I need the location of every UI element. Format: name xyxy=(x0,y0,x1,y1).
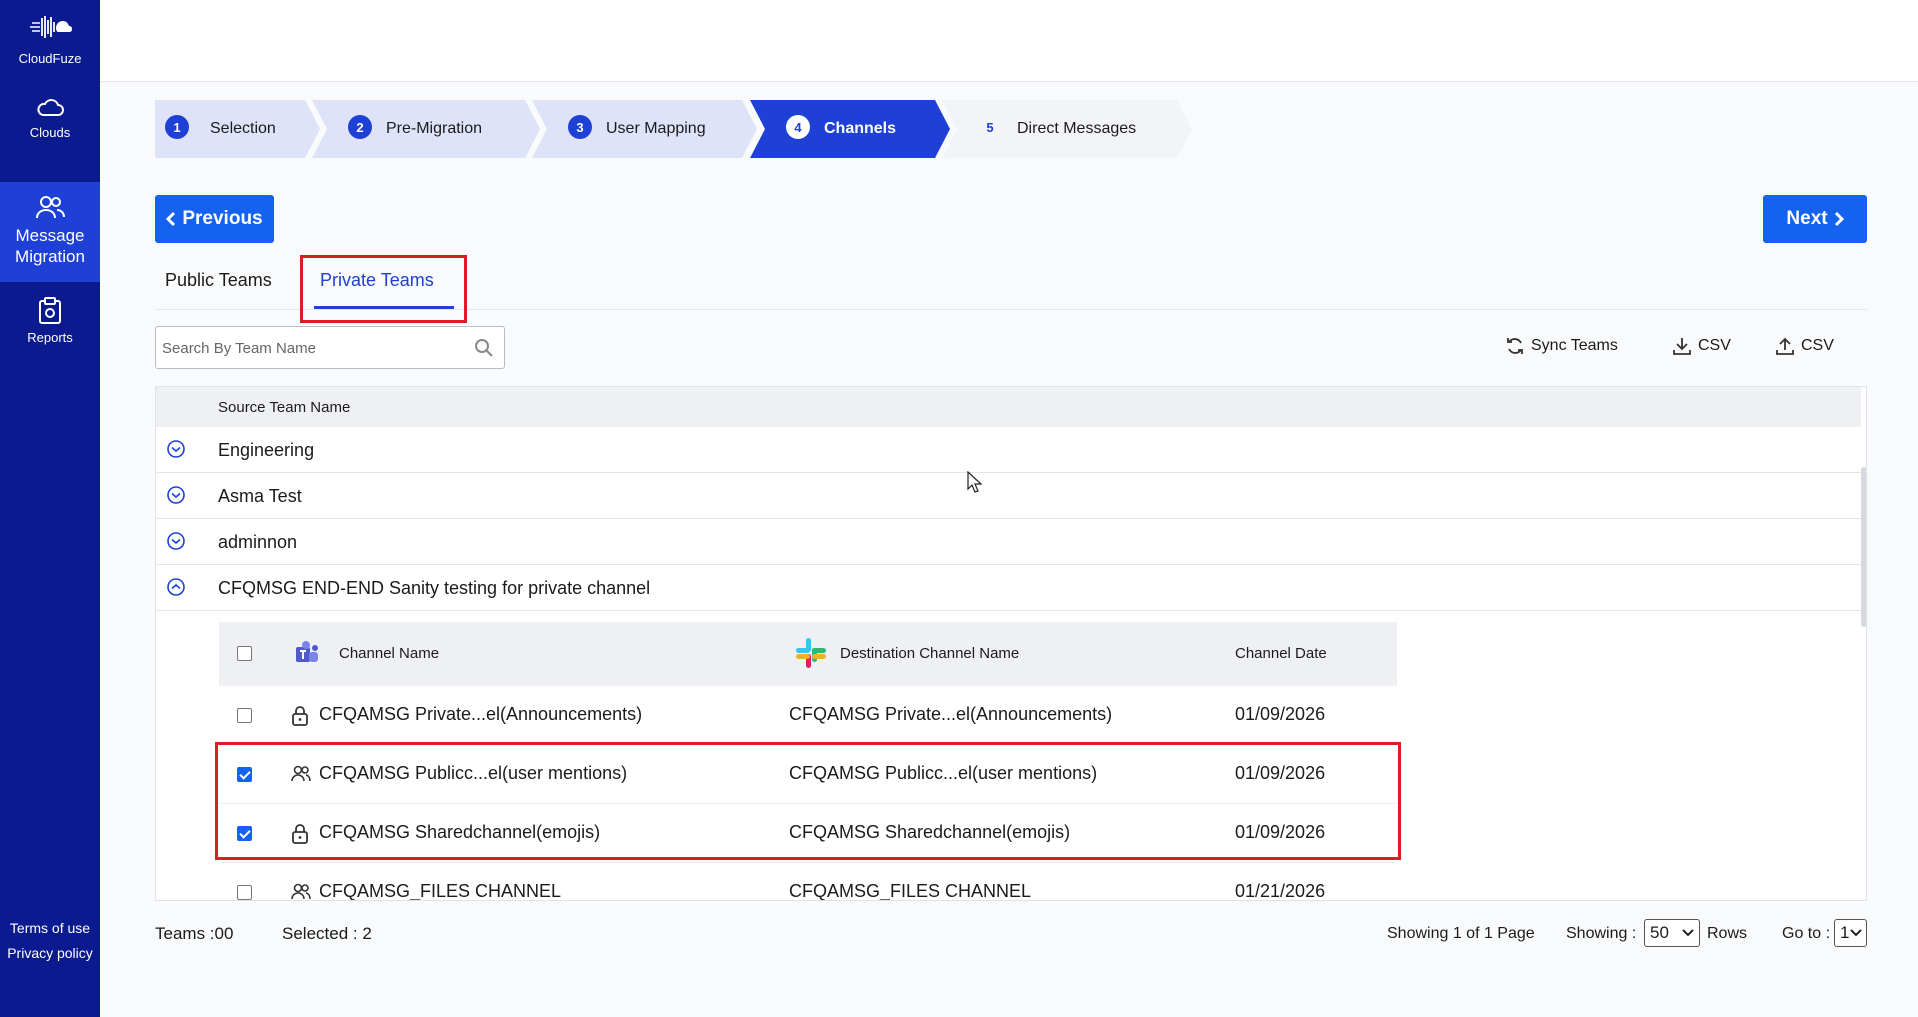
sidebar-item-clouds[interactable]: Clouds xyxy=(0,96,100,140)
channel-name: CFQAMSG Private...el(Announcements) xyxy=(319,704,643,724)
sync-teams-label: Sync Teams xyxy=(1531,337,1618,354)
chevron-left-icon xyxy=(166,211,176,227)
column-header-channel-date: Channel Date xyxy=(1235,645,1327,662)
chevron-up-circle-icon[interactable] xyxy=(166,577,186,597)
search-icon[interactable] xyxy=(474,338,494,358)
chevron-right-icon xyxy=(1834,211,1844,227)
csv-upload-button[interactable]: CSV xyxy=(1775,336,1834,356)
privacy-policy-link[interactable]: Privacy policy xyxy=(0,945,100,961)
column-header-destination-channel: Destination Channel Name xyxy=(840,645,1020,662)
step-label: User Mapping xyxy=(606,120,706,137)
column-header-source-team: Source Team Name xyxy=(218,399,351,416)
rows-per-page-select[interactable]: 50 xyxy=(1644,919,1700,947)
slack-logo-icon xyxy=(796,638,826,668)
channel-name: CFQAMSG_FILES CHANNEL xyxy=(319,881,562,901)
clipboard-icon xyxy=(39,297,61,324)
sidebar-item-label: Clouds xyxy=(29,125,71,140)
next-label: Next xyxy=(1786,208,1828,229)
sidebar-item-label: Message Migration xyxy=(15,226,85,266)
users-icon xyxy=(36,196,65,219)
cloud-icon xyxy=(37,99,64,116)
mouse-cursor-icon xyxy=(967,471,983,493)
sidebar-item-label: Reports xyxy=(27,330,73,345)
chevron-down-icon xyxy=(1850,929,1862,937)
step-pre-migration[interactable]: 2 Pre-Migration xyxy=(312,100,540,158)
search-input[interactable] xyxy=(162,335,462,361)
sidebar-item-reports[interactable]: Reports xyxy=(0,297,100,345)
step-number: 3 xyxy=(568,115,592,139)
step-label: Direct Messages xyxy=(1017,120,1137,137)
select-all-checkbox[interactable] xyxy=(237,646,252,661)
table-scrollbar[interactable] xyxy=(1861,467,1866,627)
upload-icon xyxy=(1776,337,1794,355)
step-label: Pre-Migration xyxy=(386,120,483,137)
step-label: Selection xyxy=(210,120,276,137)
step-number: 5 xyxy=(986,119,994,135)
step-user-mapping[interactable]: 3 User Mapping xyxy=(532,100,757,158)
channel-date: 01/09/2026 xyxy=(1235,704,1326,724)
selected-count: Selected : 2 xyxy=(282,924,372,943)
step-label: Channels xyxy=(824,120,897,137)
sync-teams-button[interactable]: Sync Teams xyxy=(1505,336,1618,356)
channel-row[interactable]: CFQAMSG_FILES CHANNEL CFQAMSG_FILES CHAN… xyxy=(219,863,1397,901)
team-row-cfqmsg-sanity[interactable]: CFQMSG END-END Sanity testing for privat… xyxy=(156,565,1861,611)
terms-of-use-link[interactable]: Terms of use xyxy=(0,920,100,936)
sidebar-item-message-migration[interactable]: Message Migration xyxy=(0,182,100,282)
tab-public-teams[interactable]: Public Teams xyxy=(165,270,272,291)
goto-page-value: 1 xyxy=(1840,923,1850,942)
step-direct-messages[interactable]: 5 Direct Messages xyxy=(942,100,1192,158)
step-number: 1 xyxy=(165,115,189,139)
channel-date: 01/21/2026 xyxy=(1235,881,1326,901)
channel-row[interactable]: CFQAMSG Private...el(Announcements) CFQA… xyxy=(219,686,1397,745)
table-header: Source Team Name xyxy=(156,387,1861,427)
team-row-engineering[interactable]: Engineering xyxy=(156,427,1861,473)
next-button[interactable]: Next xyxy=(1763,195,1867,243)
chevron-down-circle-icon[interactable] xyxy=(166,439,186,459)
column-header-channel-name: Channel Name xyxy=(339,645,440,662)
team-name: CFQMSG END-END Sanity testing for privat… xyxy=(218,578,651,598)
brand-name: CloudFuze xyxy=(18,51,82,66)
rows-label: Rows xyxy=(1707,925,1748,942)
step-channels[interactable]: 4 Channels xyxy=(750,100,950,158)
step-number: 4 xyxy=(786,115,810,139)
csv-download-button[interactable]: CSV xyxy=(1672,336,1731,356)
destination-channel-name: CFQAMSG Private...el(Announcements) xyxy=(789,704,1113,724)
previous-label: Previous xyxy=(182,208,263,229)
highlight-box-tab xyxy=(300,255,467,323)
chevron-down-circle-icon[interactable] xyxy=(166,485,186,505)
goto-label: Go to : xyxy=(1782,925,1831,942)
teams-logo-icon xyxy=(296,641,318,662)
highlight-box-selected-rows xyxy=(215,742,1401,860)
users-icon xyxy=(291,883,311,900)
download-icon xyxy=(1673,338,1691,355)
sidebar: CloudFuze Clouds Message Migration Repor… xyxy=(0,0,100,1017)
channel-checkbox[interactable] xyxy=(237,885,252,900)
csv-upload-label: CSV xyxy=(1801,337,1834,354)
team-name: adminnon xyxy=(218,532,298,552)
page-info: Showing 1 of 1 Page xyxy=(1387,925,1535,942)
brand-logo[interactable]: CloudFuze xyxy=(0,14,100,66)
chevron-down-icon xyxy=(1682,929,1694,937)
goto-page-select[interactable]: 1 xyxy=(1834,919,1867,947)
team-row-asma-test[interactable]: Asma Test xyxy=(156,473,1861,519)
channel-checkbox[interactable] xyxy=(237,708,252,723)
team-name: Asma Test xyxy=(218,486,302,506)
destination-channel-name: CFQAMSG_FILES CHANNEL xyxy=(789,881,1032,901)
team-name: Engineering xyxy=(218,440,315,460)
top-bar xyxy=(100,0,1918,82)
step-selection[interactable]: 1 Selection xyxy=(155,100,320,158)
sync-icon xyxy=(1507,338,1523,354)
csv-download-label: CSV xyxy=(1698,337,1731,354)
step-number: 2 xyxy=(348,115,372,139)
chevron-down-circle-icon[interactable] xyxy=(166,531,186,551)
rows-per-page-value: 50 xyxy=(1650,923,1669,942)
showing-label: Showing : xyxy=(1566,925,1637,942)
team-row-adminnon[interactable]: adminnon xyxy=(156,519,1861,565)
lock-icon xyxy=(292,706,308,726)
cloudfuze-logo-icon xyxy=(30,16,72,38)
previous-button[interactable]: Previous xyxy=(155,195,274,243)
teams-count: Teams :00 xyxy=(155,924,234,943)
channel-table-header: Channel Name Destination Channel Name Ch… xyxy=(219,622,1397,686)
search-box xyxy=(155,326,505,369)
